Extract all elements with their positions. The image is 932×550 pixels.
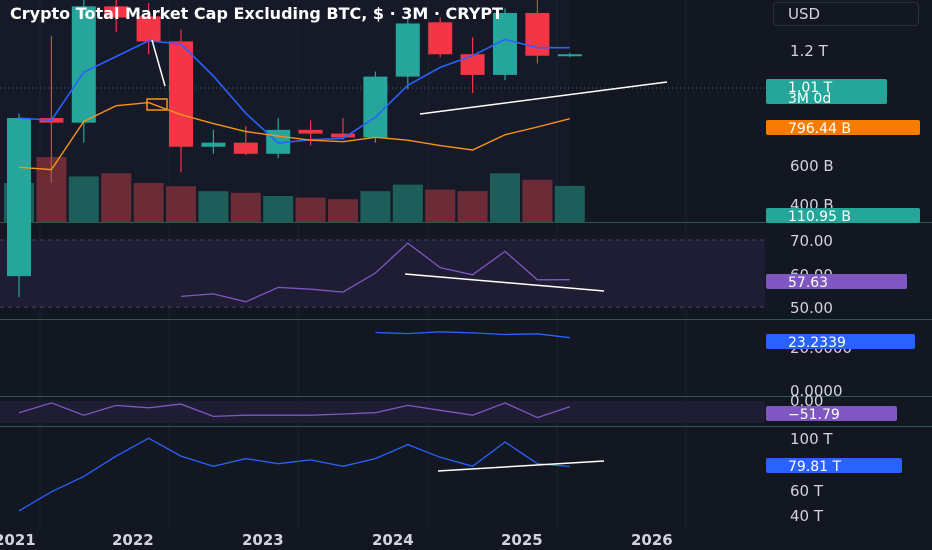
indicator4-tick: 60 T xyxy=(790,482,824,500)
volume-bar xyxy=(263,196,294,222)
time-label: 2023 xyxy=(242,531,284,549)
candle-body xyxy=(557,54,582,57)
volume-bar xyxy=(230,192,261,222)
volume-bar xyxy=(328,199,358,222)
candle-body xyxy=(298,129,323,134)
ma-orange-value: 796.44 B xyxy=(788,121,851,137)
chart-stage[interactable]: Crypto Total Market Cap Excluding BTC, $… xyxy=(0,0,932,550)
candle-body xyxy=(71,6,96,123)
volume-bar xyxy=(425,189,456,222)
volume-bar xyxy=(522,179,553,222)
candle-body xyxy=(201,142,226,147)
volume-bar xyxy=(392,184,423,222)
rsi-tick: 70.00 xyxy=(790,232,833,250)
indicator4-tick: 100 T xyxy=(790,430,833,448)
chart-title: Crypto Total Market Cap Excluding BTC, $… xyxy=(10,4,503,23)
time-label: 2024 xyxy=(372,531,414,549)
indicator2-value: 23.2339 xyxy=(788,335,846,351)
volume-value: 110.95 B xyxy=(788,209,851,225)
volume-bar xyxy=(360,191,391,222)
ma-orange-badge: 796.44 B xyxy=(766,120,920,137)
price-tick: 1.2 T xyxy=(790,42,829,60)
volume-badge: 110.95 B xyxy=(766,208,920,225)
volume-bar xyxy=(457,191,488,222)
currency-button[interactable]: USD xyxy=(773,2,919,26)
candle-body xyxy=(460,54,485,75)
volume-bar xyxy=(295,197,326,222)
indicator4-tick: 40 T xyxy=(790,507,824,525)
volume-bar xyxy=(554,185,585,222)
rsi-band xyxy=(0,240,765,307)
candle-body xyxy=(233,142,258,154)
candle-body xyxy=(525,12,550,56)
volume-bar xyxy=(101,173,132,222)
candle-body xyxy=(169,41,193,147)
time-label: 2021 xyxy=(0,531,36,549)
volume-bar xyxy=(133,183,164,222)
volume-bar xyxy=(68,176,99,222)
price-tick: 600 B xyxy=(790,157,834,175)
rsi-value: 57.63 xyxy=(788,275,828,291)
volume-bar xyxy=(490,173,520,222)
volume-bar xyxy=(198,191,229,222)
indicator3-band xyxy=(0,401,765,423)
indicator3-value: −51.79 xyxy=(788,407,840,423)
last-price-badge: 1.01 T 3M 0d xyxy=(766,79,887,107)
rsi-tick: 50.00 xyxy=(790,299,833,317)
countdown-value: 3M 0d xyxy=(788,91,831,107)
candle-body xyxy=(7,118,31,277)
candle-body xyxy=(363,76,388,138)
volume-bar xyxy=(166,186,196,222)
time-label: 2025 xyxy=(501,531,543,549)
candle-body xyxy=(428,22,453,55)
indicator4-value: 79.81 T xyxy=(788,459,842,475)
time-label: 2026 xyxy=(631,531,673,549)
candle-body xyxy=(395,23,420,77)
time-label: 2022 xyxy=(112,531,154,549)
candle-body xyxy=(331,133,355,138)
